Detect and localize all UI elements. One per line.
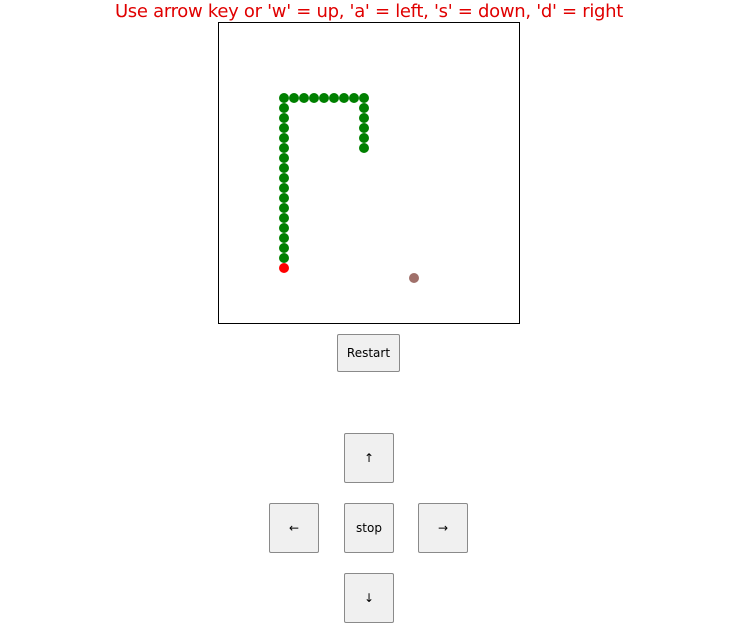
snake-segment xyxy=(279,113,289,123)
arrow-down-icon: ↓ xyxy=(363,591,375,605)
snake-segment xyxy=(279,163,289,173)
snake-segment xyxy=(359,133,369,143)
snake-segment xyxy=(339,93,349,103)
snake-segment xyxy=(349,93,359,103)
snake-segment xyxy=(279,173,289,183)
arrow-right-icon: → xyxy=(437,521,449,535)
right-button[interactable]: → xyxy=(418,503,468,553)
snake-segment xyxy=(279,193,289,203)
snake-segment xyxy=(279,203,289,213)
snake-segment xyxy=(279,93,289,103)
arrow-left-icon: ← xyxy=(288,521,300,535)
snake-segment xyxy=(279,233,289,243)
snake-segment xyxy=(279,213,289,223)
instructions-text: Use arrow key or 'w' = up, 'a' = left, '… xyxy=(114,1,624,22)
restart-button[interactable]: Restart xyxy=(337,334,400,372)
arrow-up-icon: ↑ xyxy=(363,451,375,465)
snake-segment xyxy=(279,153,289,163)
snake-segment xyxy=(359,123,369,133)
snake-segment xyxy=(279,243,289,253)
snake-segment xyxy=(279,133,289,143)
snake-segment xyxy=(289,93,299,103)
snake-segment xyxy=(279,183,289,193)
snake-segment xyxy=(279,143,289,153)
snake-segment xyxy=(299,93,309,103)
snake-segment xyxy=(359,143,369,153)
left-button[interactable]: ← xyxy=(269,503,319,553)
snake-segment xyxy=(279,103,289,113)
snake-segment xyxy=(359,113,369,123)
snake-segment xyxy=(279,253,289,263)
snake-head xyxy=(279,263,289,273)
snake-segment xyxy=(359,93,369,103)
snake-segment xyxy=(279,123,289,133)
snake-segment xyxy=(319,93,329,103)
snake-segment xyxy=(329,93,339,103)
snake-segment xyxy=(279,223,289,233)
up-button[interactable]: ↑ xyxy=(344,433,394,483)
snake-segment xyxy=(309,93,319,103)
game-board xyxy=(218,22,520,324)
down-button[interactable]: ↓ xyxy=(344,573,394,623)
stop-button[interactable]: stop xyxy=(344,503,394,553)
food-pellet xyxy=(409,273,419,283)
snake-segment xyxy=(359,103,369,113)
game-canvas xyxy=(279,93,419,283)
